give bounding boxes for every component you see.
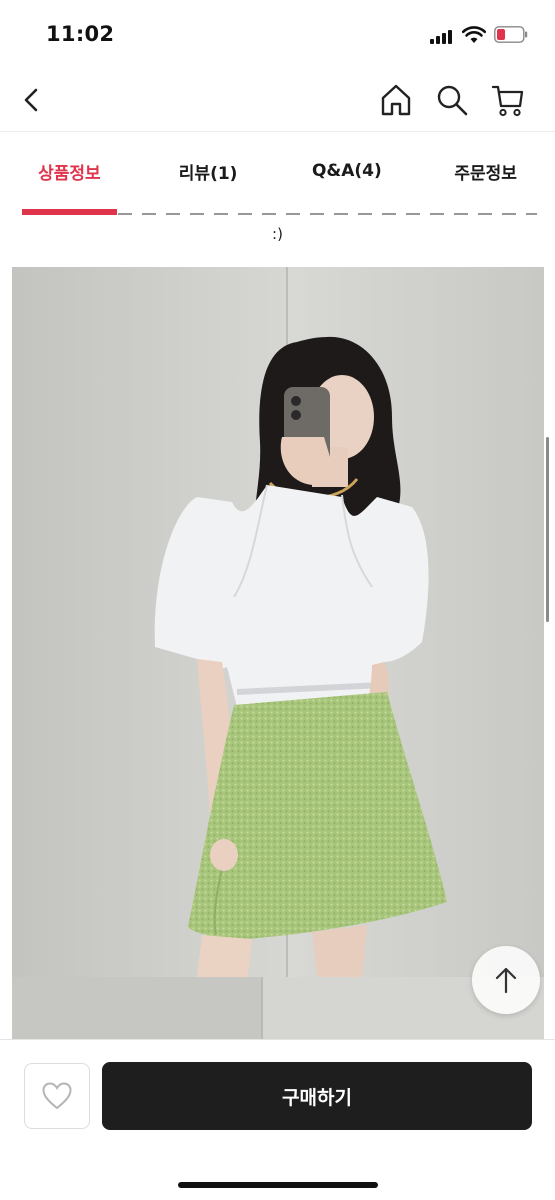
scroll-indicator[interactable] <box>546 437 549 622</box>
cellular-signal-icon <box>430 30 452 44</box>
product-photo-next[interactable] <box>12 977 544 1039</box>
tab-order-info[interactable]: 주문정보 <box>416 133 555 209</box>
battery-icon <box>494 26 528 43</box>
back-icon[interactable] <box>16 82 48 118</box>
heart-icon <box>42 1082 72 1110</box>
clipped-highlight <box>22 209 117 215</box>
description-text: :) <box>272 225 283 243</box>
wishlist-button[interactable] <box>24 1063 90 1129</box>
home-indicator[interactable] <box>178 1182 378 1188</box>
search-icon[interactable] <box>434 82 470 118</box>
tab-product-info[interactable]: 상품정보 <box>0 133 139 213</box>
arrow-up-icon <box>495 967 517 994</box>
wifi-icon <box>462 26 486 43</box>
tab-qna[interactable]: Q&A(4) <box>278 133 417 209</box>
bottom-action-bar: 구매하기 <box>0 1039 555 1200</box>
product-tabs: 상품정보 리뷰(1) Q&A(4) 주문정보 <box>0 133 555 213</box>
home-icon[interactable] <box>378 82 414 118</box>
status-bar: 11:02 <box>0 0 555 68</box>
status-time: 11:02 <box>46 22 115 46</box>
nav-bar <box>0 68 555 132</box>
buy-button[interactable]: 구매하기 <box>102 1062 532 1130</box>
tab-reviews[interactable]: 리뷰(1) <box>139 133 278 209</box>
product-photo-illustration <box>12 267 544 977</box>
product-photo-next-illustration <box>12 977 544 1039</box>
product-detail-content: :) <box>0 209 555 1039</box>
product-photo[interactable] <box>12 267 544 977</box>
scroll-to-top-button[interactable] <box>472 946 540 1014</box>
cart-icon[interactable] <box>490 82 526 118</box>
